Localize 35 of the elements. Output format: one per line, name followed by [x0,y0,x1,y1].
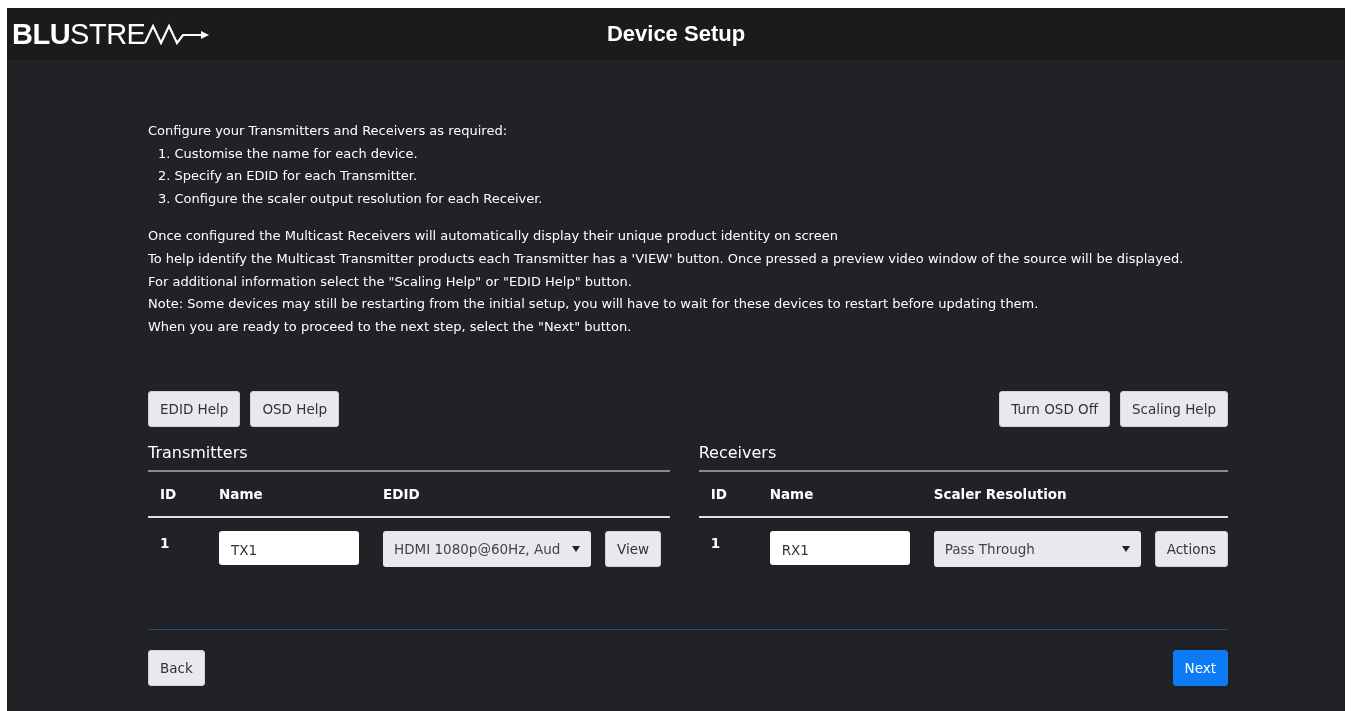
view-button[interactable]: View [605,531,662,568]
step-text: 1. Customise the name for each device. [157,144,419,163]
column-header: EDID [383,486,421,503]
help-button[interactable]: EDID Help [148,391,241,428]
column-header: Name [219,486,264,503]
table-cell-text: 1 [709,534,722,554]
caret-icon [572,546,580,553]
note-text: For additional information select the "Scaling Help" or "EDID Help" button. [148,272,633,291]
osd-toggle-button[interactable]: Turn OSD Off [999,391,1111,428]
column-header: Scaler Resolution [933,486,1068,503]
instruction-text: Configure your Transmitters and Receivers as required: [148,122,509,140]
column-header: Name [769,486,815,503]
page-title: Device Setup [606,21,746,47]
actions-button[interactable]: Actions [1154,531,1228,568]
name-field[interactable]: RX1 [769,531,910,566]
edid-dropdown[interactable]: HDMI 1080p@60Hz, Aud [383,531,591,568]
back-button[interactable]: Back [148,650,205,687]
note-text: Note: Some devices may still be restarting from the initial setup, you will have to wait for these devices to restart before updating them. [148,295,1040,314]
help-button[interactable]: OSD Help [250,391,340,428]
next-button[interactable]: Next [1172,650,1228,687]
help-button[interactable]: Scaling Help [1120,391,1228,428]
note-text: Once configured the Multicast Receivers will automatically display their unique product identity on screen [148,227,839,246]
logo: BLUSTRE [12,17,214,51]
note-text: When you are ready to proceed to the next step, select the "Next" button. [148,317,633,336]
column-header: ID [709,486,728,503]
section-title: Receivers [698,433,1228,473]
step-text: 3. Configure the scaler output resolution for each Receiver. [157,189,544,208]
note-text: To help identify the Multicast Transmitter products each Transmitter has a 'VIEW' button. Once pressed a preview video window of the source will be displayed. [148,249,1185,268]
resolution-dropdown[interactable]: Pass Through [933,531,1141,568]
table-cell-text: 1 [159,534,171,554]
section-title: Transmitters [148,433,670,473]
name-field[interactable]: TX1 [219,531,359,566]
step-text: 2. Specify an EDID for each Transmitter. [157,167,419,186]
column-header: ID [159,486,178,503]
caret-icon [1121,546,1130,553]
